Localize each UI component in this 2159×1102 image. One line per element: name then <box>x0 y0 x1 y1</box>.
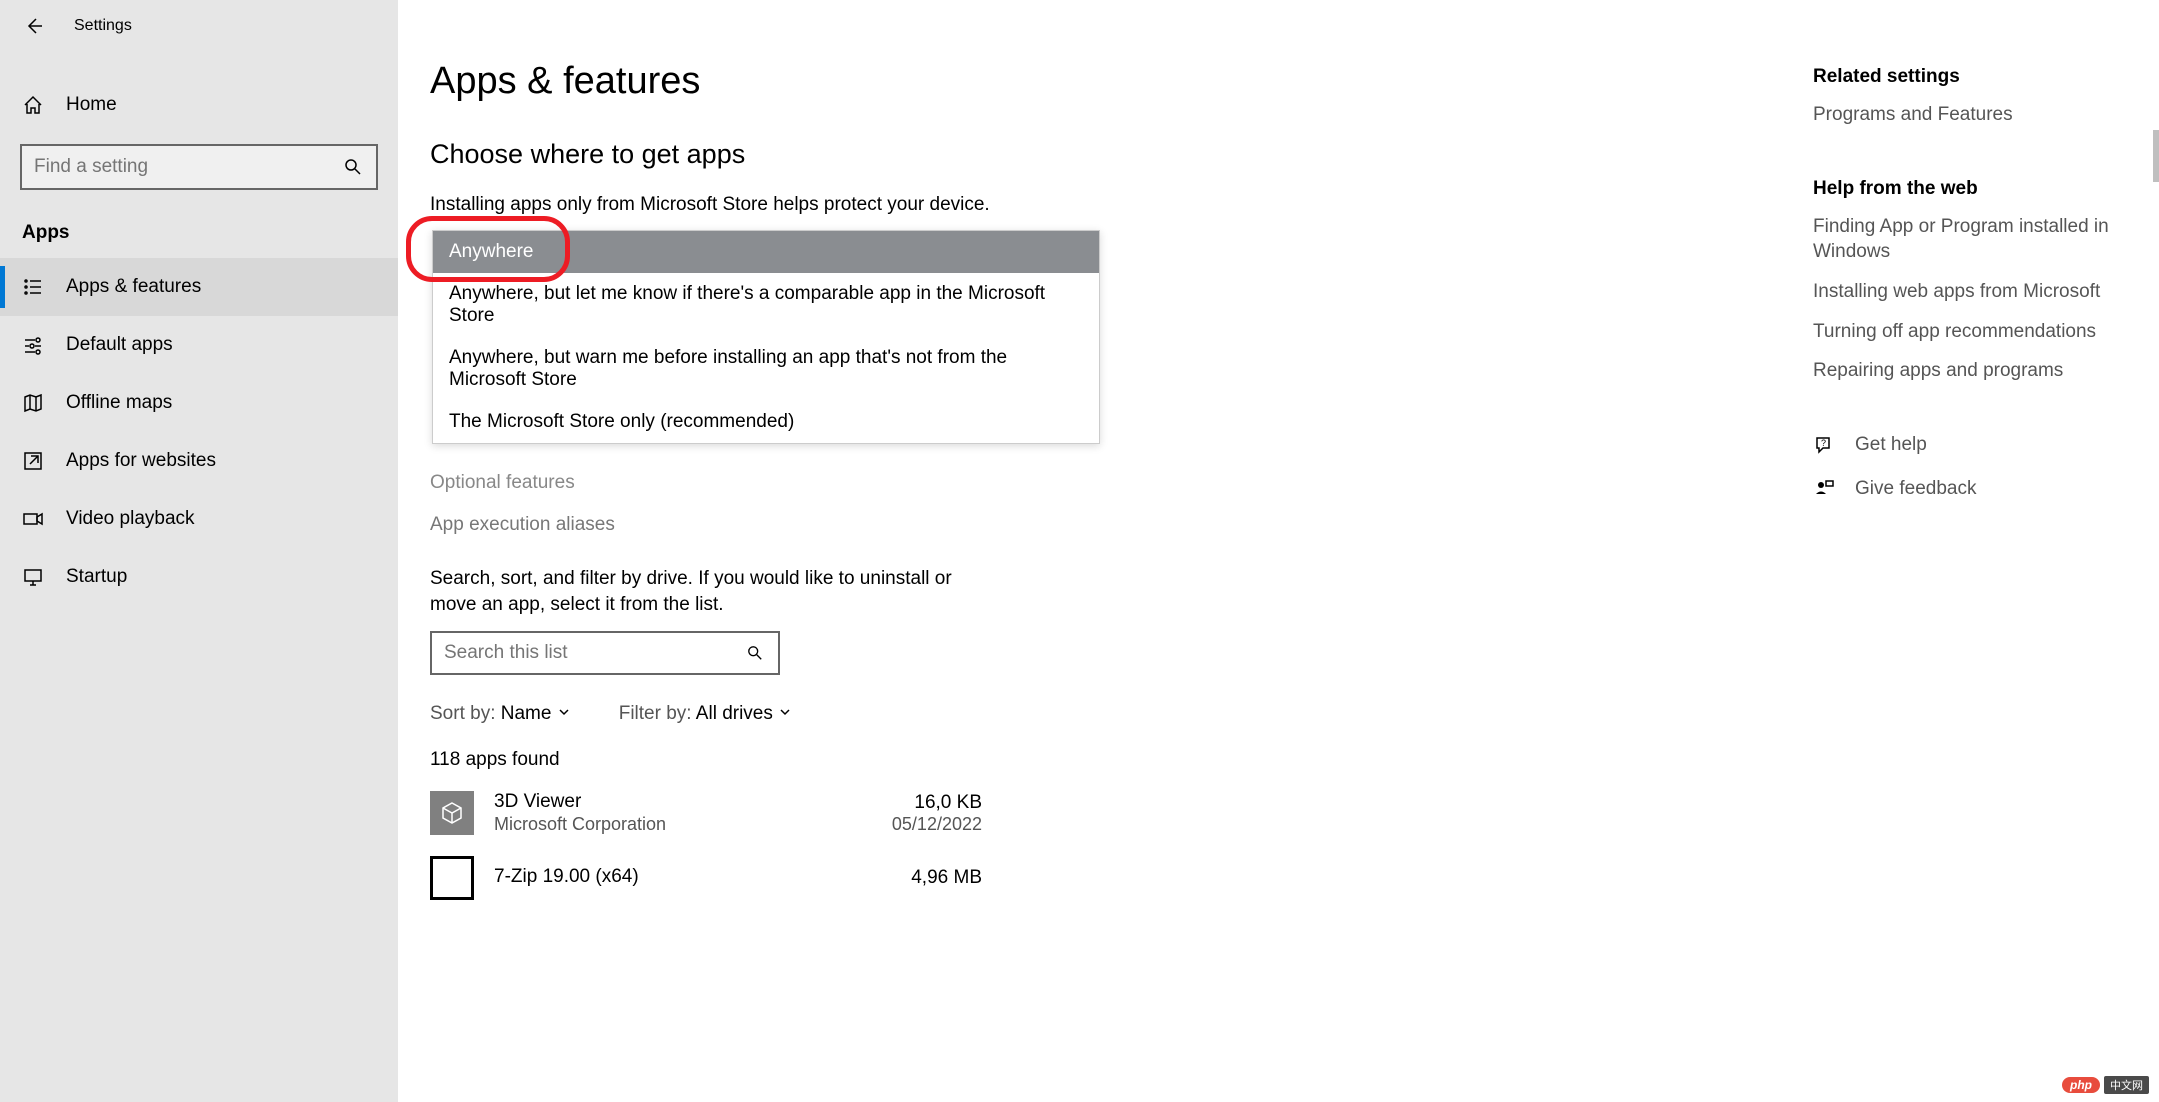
sidebar-item-label: Apps for websites <box>66 450 216 472</box>
search-input[interactable] <box>34 156 342 178</box>
app-size: 4,96 MB <box>911 867 982 889</box>
help-link[interactable]: Installing web apps from Microsoft <box>1813 279 2123 305</box>
help-heading: Help from the web <box>1813 178 2123 200</box>
watermark: php 中文网 <box>2062 1076 2149 1094</box>
app-icon <box>430 791 474 835</box>
help-link[interactable]: Turning off app recommendations <box>1813 319 2123 345</box>
give-feedback[interactable]: Give feedback <box>1813 478 2123 500</box>
app-name: 3D Viewer <box>494 791 872 814</box>
chevron-down-icon <box>778 703 792 724</box>
dropdown-option-warn[interactable]: Anywhere, but warn me before installing … <box>433 337 1099 401</box>
sidebar: Settings Home Apps Apps & features <box>0 0 398 1102</box>
sidebar-item-apps-features[interactable]: Apps & features <box>0 258 398 316</box>
app-name: 7-Zip 19.00 (x64) <box>494 866 891 889</box>
sidebar-item-apps-websites[interactable]: Apps for websites <box>0 432 398 490</box>
defaults-icon <box>22 334 44 356</box>
app-icon <box>430 856 474 900</box>
help-icon: ? <box>1813 434 1835 456</box>
sidebar-item-label: Video playback <box>66 508 195 530</box>
chevron-down-icon <box>557 703 571 724</box>
app-row[interactable]: 7-Zip 19.00 (x64) 4,96 MB <box>430 856 982 900</box>
list-icon <box>22 276 44 298</box>
sidebar-item-label: Offline maps <box>66 392 172 414</box>
startup-icon <box>22 566 44 588</box>
home-icon <box>22 94 44 116</box>
app-info: 3D Viewer Microsoft Corporation <box>494 791 872 835</box>
back-button[interactable] <box>22 14 46 38</box>
sidebar-section-label: Apps <box>0 204 398 258</box>
app-meta: 16,0 KB 05/12/2022 <box>892 792 982 835</box>
sidebar-item-offline-maps[interactable]: Offline maps <box>0 374 398 432</box>
main-content: Apps & features Choose where to get apps… <box>398 0 2159 1102</box>
watermark-text: 中文网 <box>2104 1076 2149 1094</box>
app-date: 05/12/2022 <box>892 814 982 835</box>
scrollbar-thumb[interactable] <box>2153 130 2159 182</box>
programs-features-link[interactable]: Programs and Features <box>1813 102 2123 128</box>
search-description: Search, sort, and filter by drive. If yo… <box>430 566 990 617</box>
sidebar-search[interactable] <box>20 144 378 190</box>
sidebar-item-startup[interactable]: Startup <box>0 548 398 606</box>
get-help[interactable]: ? Get help <box>1813 434 2123 456</box>
app-row[interactable]: 3D Viewer Microsoft Corporation 16,0 KB … <box>430 791 982 835</box>
filter-value: All drives <box>696 703 773 724</box>
app-meta: 4,96 MB <box>911 867 982 889</box>
related-heading: Related settings <box>1813 66 2123 88</box>
right-panel: Related settings Programs and Features H… <box>1813 66 2123 522</box>
settings-window: Settings Home Apps Apps & features <box>0 0 2159 1102</box>
window-title: Settings <box>74 17 132 35</box>
sidebar-item-default-apps[interactable]: Default apps <box>0 316 398 374</box>
app-count: 118 apps found <box>430 749 2159 771</box>
dropdown-option-comparable[interactable]: Anywhere, but let me know if there's a c… <box>433 273 1099 337</box>
app-info: 7-Zip 19.00 (x64) <box>494 866 891 889</box>
svg-text:?: ? <box>1821 438 1826 448</box>
help-link[interactable]: Repairing apps and programs <box>1813 358 2123 384</box>
dropdown-option-store-only[interactable]: The Microsoft Store only (recommended) <box>433 401 1099 443</box>
app-publisher: Microsoft Corporation <box>494 814 872 836</box>
sidebar-item-video-playback[interactable]: Video playback <box>0 490 398 548</box>
map-icon <box>22 392 44 414</box>
help-link[interactable]: Finding App or Program installed in Wind… <box>1813 214 2123 265</box>
open-icon <box>22 450 44 472</box>
watermark-badge: php <box>2062 1077 2100 1093</box>
list-search-box[interactable] <box>430 631 780 675</box>
sort-filter-row: Sort by: Name Filter by: All drives <box>430 703 2159 725</box>
search-icon <box>342 156 364 178</box>
sidebar-item-label: Startup <box>66 566 127 588</box>
dropdown-listbox: Anywhere Anywhere, but let me know if th… <box>432 230 1100 444</box>
dropdown-option-anywhere[interactable]: Anywhere <box>433 231 1099 273</box>
get-help-label: Get help <box>1855 434 1927 456</box>
video-icon <box>22 508 44 530</box>
search-icon <box>744 642 766 664</box>
feedback-icon <box>1813 478 1835 500</box>
sidebar-header: Settings <box>0 0 398 52</box>
sort-label: Sort by: <box>430 703 501 724</box>
related-settings-section: Related settings Programs and Features <box>1813 66 2123 128</box>
feedback-label: Give feedback <box>1855 478 1976 500</box>
sort-by[interactable]: Sort by: Name <box>430 703 571 725</box>
list-search-input[interactable] <box>444 642 744 664</box>
home-label: Home <box>66 94 117 116</box>
filter-by[interactable]: Filter by: All drives <box>619 703 792 725</box>
sidebar-item-label: Default apps <box>66 334 173 356</box>
filter-label: Filter by: <box>619 703 696 724</box>
help-section: Help from the web Finding App or Program… <box>1813 178 2123 384</box>
sort-value: Name <box>501 703 552 724</box>
app-size: 16,0 KB <box>892 792 982 814</box>
home-nav[interactable]: Home <box>0 80 398 130</box>
sidebar-item-label: Apps & features <box>66 276 201 298</box>
